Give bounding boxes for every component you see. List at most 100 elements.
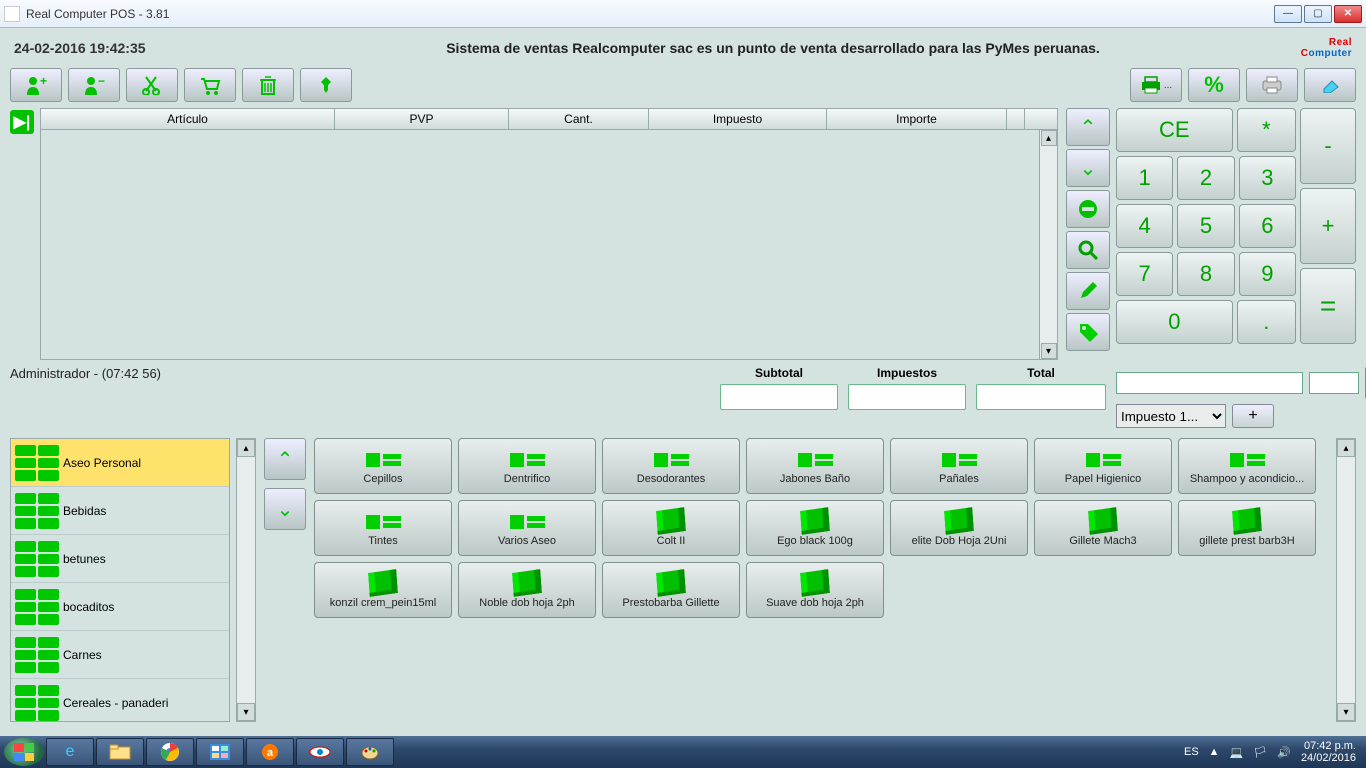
tag-button[interactable] — [1066, 313, 1110, 351]
category-down-button[interactable]: ⌄ — [264, 488, 306, 530]
product-folder-button[interactable]: Jabones Baño — [746, 438, 884, 494]
numpad-8[interactable]: 8 — [1177, 252, 1234, 296]
delete-button[interactable] — [242, 68, 294, 102]
subtotal-field — [720, 384, 838, 410]
category-item[interactable]: Aseo Personal — [11, 439, 229, 487]
product-folder-button[interactable]: Pañales — [890, 438, 1028, 494]
numpad-plus[interactable]: + — [1300, 188, 1356, 264]
category-item[interactable]: Cereales - panaderi — [11, 679, 229, 722]
tax-input-1[interactable] — [1116, 372, 1303, 394]
grid-scrollbar[interactable]: ▴▾ — [1039, 130, 1057, 359]
cut-button[interactable] — [126, 68, 178, 102]
numpad-9[interactable]: 9 — [1239, 252, 1296, 296]
category-item[interactable]: bocaditos — [11, 583, 229, 631]
numpad-1[interactable]: 1 — [1116, 156, 1173, 200]
admin-status: Administrador - (07:42 56) — [10, 366, 410, 381]
printer-button[interactable] — [1246, 68, 1298, 102]
collapse-panel-button[interactable]: ▶| — [10, 110, 34, 134]
col-importe[interactable]: Importe — [827, 109, 1007, 129]
product-item-button[interactable]: Colt II — [602, 500, 740, 556]
product-item-button[interactable]: Noble dob hoja 2ph — [458, 562, 596, 618]
numpad-0[interactable]: 0 — [1116, 300, 1233, 344]
numpad-4[interactable]: 4 — [1116, 204, 1173, 248]
product-folder-button[interactable]: Desodorantes — [602, 438, 740, 494]
tray-network-icon[interactable]: 💻 — [1230, 746, 1244, 759]
pin-button[interactable] — [300, 68, 352, 102]
numpad-6[interactable]: 6 — [1239, 204, 1296, 248]
svg-text:a: a — [267, 747, 274, 759]
tax-select[interactable]: Impuesto 1... — [1116, 404, 1226, 428]
product-folder-button[interactable]: Cepillos — [314, 438, 452, 494]
tax-add-button[interactable]: + — [1232, 404, 1274, 428]
taskbar-chrome[interactable] — [146, 738, 194, 766]
taskbar-ie[interactable]: e — [46, 738, 94, 766]
product-item-button[interactable]: gillete prest barb3H — [1178, 500, 1316, 556]
grid-body[interactable]: ▴▾ — [40, 130, 1058, 360]
product-item-button[interactable]: konzil crem_pein15ml — [314, 562, 452, 618]
numpad-ce[interactable]: CE — [1116, 108, 1233, 152]
taskbar-app1[interactable] — [196, 738, 244, 766]
edit-button[interactable] — [1066, 272, 1110, 310]
product-folder-button[interactable]: Papel Higienico — [1034, 438, 1172, 494]
add-user-button[interactable]: + — [10, 68, 62, 102]
category-item[interactable]: Bebidas — [11, 487, 229, 535]
eraser-button[interactable] — [1304, 68, 1356, 102]
taskbar-pos-app[interactable] — [296, 738, 344, 766]
tray-action-icon[interactable]: 🏳 — [1253, 746, 1267, 759]
numpad-5[interactable]: 5 — [1177, 204, 1234, 248]
row-up-button[interactable]: ⌃ — [1066, 108, 1110, 146]
row-delete-button[interactable] — [1066, 190, 1110, 228]
numpad-dot[interactable]: . — [1237, 300, 1296, 344]
tax-input-2[interactable] — [1309, 372, 1359, 394]
col-articulo[interactable]: Artículo — [41, 109, 335, 129]
numpad-equals[interactable]: = — [1300, 268, 1356, 344]
category-up-button[interactable]: ⌃ — [264, 438, 306, 480]
category-item[interactable]: Carnes — [11, 631, 229, 679]
print-button[interactable]: ... — [1130, 68, 1182, 102]
close-button[interactable]: ✕ — [1334, 5, 1362, 23]
remove-user-button[interactable]: − — [68, 68, 120, 102]
tray-volume-icon[interactable]: 🔊 — [1277, 746, 1291, 759]
product-scrollbar[interactable]: ▴▾ — [1336, 438, 1356, 722]
product-folder-button[interactable]: Shampoo y acondicio... — [1178, 438, 1316, 494]
col-pvp[interactable]: PVP — [335, 109, 509, 129]
category-item[interactable]: betunes — [11, 535, 229, 583]
product-item-button[interactable]: Suave dob hoja 2ph — [746, 562, 884, 618]
maximize-button[interactable]: ▢ — [1304, 5, 1332, 23]
product-item-button[interactable]: Prestobarba Gillette — [602, 562, 740, 618]
app-icon — [4, 6, 20, 22]
col-cant[interactable]: Cant. — [509, 109, 649, 129]
taskbar-explorer[interactable] — [96, 738, 144, 766]
grid-header: Artículo PVP Cant. Impuesto Importe — [40, 108, 1058, 130]
impuestos-label: Impuestos — [877, 366, 937, 380]
discount-button[interactable]: % — [1188, 68, 1240, 102]
total-field — [976, 384, 1106, 410]
product-item-button[interactable]: Ego black 100g — [746, 500, 884, 556]
tray-lang[interactable]: ES — [1184, 746, 1199, 758]
numpad-3[interactable]: 3 — [1239, 156, 1296, 200]
product-item-button[interactable]: Gillete Mach3 — [1034, 500, 1172, 556]
cart-button[interactable] — [184, 68, 236, 102]
numpad-minus[interactable]: - — [1300, 108, 1356, 184]
product-folder-button[interactable]: Varios Aseo — [458, 500, 596, 556]
search-button[interactable] — [1066, 231, 1110, 269]
taskbar-paint[interactable] — [346, 738, 394, 766]
minimize-button[interactable]: — — [1274, 5, 1302, 23]
logo: Real Computer — [1232, 34, 1352, 62]
numpad-star[interactable]: * — [1237, 108, 1296, 152]
numpad-7[interactable]: 7 — [1116, 252, 1173, 296]
col-impuesto[interactable]: Impuesto — [649, 109, 827, 129]
subtotal-label: Subtotal — [755, 366, 803, 380]
window-title: Real Computer POS - 3.81 — [26, 7, 1274, 21]
product-folder-button[interactable]: Tintes — [314, 500, 452, 556]
product-item-button[interactable]: elite Dob Hoja 2Uni — [890, 500, 1028, 556]
taskbar-avast[interactable]: a — [246, 738, 294, 766]
numpad-2[interactable]: 2 — [1177, 156, 1234, 200]
tray-flag-icon[interactable]: ▲ — [1209, 746, 1220, 758]
category-scrollbar[interactable]: ▴▾ — [236, 438, 256, 722]
taskbar: e a ES ▲ 💻 🏳 🔊 07:42 p.m. 24/02/2016 — [0, 736, 1366, 768]
product-folder-button[interactable]: Dentrifico — [458, 438, 596, 494]
tray-clock[interactable]: 07:42 p.m. 24/02/2016 — [1301, 740, 1356, 764]
row-down-button[interactable]: ⌄ — [1066, 149, 1110, 187]
start-button[interactable] — [4, 738, 44, 766]
